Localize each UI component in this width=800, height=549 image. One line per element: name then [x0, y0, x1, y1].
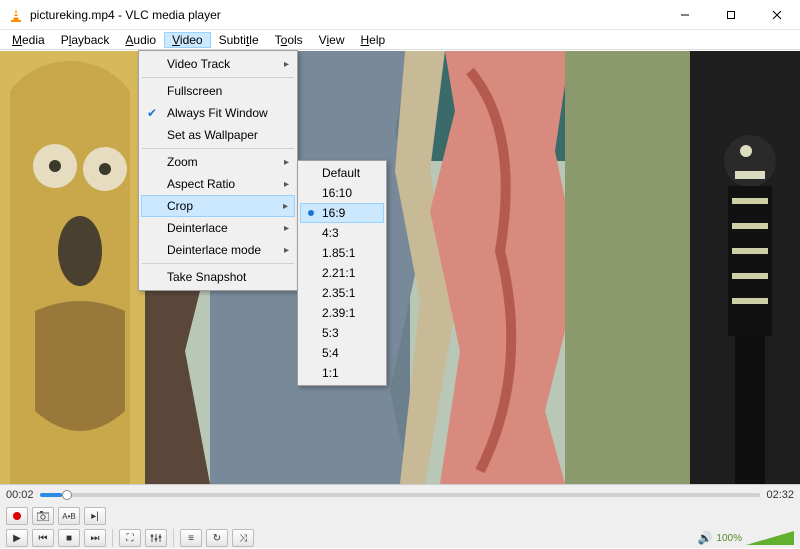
camera-icon — [37, 511, 49, 521]
play-icon: ▶ — [13, 533, 21, 544]
menubar: Media Playback Audio Video Subtitle Tool… — [0, 30, 800, 50]
crop-option-16-9[interactable]: 16:9 — [300, 203, 384, 223]
next-button[interactable]: ⏭ — [84, 529, 106, 547]
frame-step-icon: ▸| — [91, 511, 99, 522]
frame-step-button[interactable]: ▸| — [84, 507, 106, 525]
divider — [173, 529, 174, 547]
snapshot-button[interactable] — [32, 507, 54, 525]
menu-separator — [142, 148, 294, 149]
window-title: pictureking.mp4 - VLC media player — [30, 8, 662, 22]
record-icon — [13, 512, 21, 520]
title-filename: pictureking.mp4 — [30, 8, 115, 22]
volume-percent: 100% — [716, 533, 742, 544]
seek-progress — [40, 493, 62, 497]
menu-view[interactable]: View — [311, 32, 353, 48]
vlc-cone-icon — [8, 7, 24, 23]
stop-button[interactable]: ■ — [58, 529, 80, 547]
fullscreen-button[interactable]: ⛶ — [119, 529, 141, 547]
crop-option-default[interactable]: Default — [300, 163, 384, 183]
minimize-button[interactable] — [662, 0, 708, 30]
next-icon: ⏭ — [91, 533, 100, 544]
time-total: 02:32 — [766, 489, 794, 501]
time-current: 00:02 — [6, 489, 34, 501]
menu-always-fit-window[interactable]: ✔Always Fit Window — [141, 102, 295, 124]
crop-option-5-4[interactable]: 5:4 — [300, 343, 384, 363]
crop-option-221-1[interactable]: 2.21:1 — [300, 263, 384, 283]
chevron-right-icon: ▸ — [284, 59, 289, 70]
maximize-button[interactable] — [708, 0, 754, 30]
speaker-icon: 🔊 — [697, 531, 712, 545]
timeline: 00:02 02:32 — [0, 485, 800, 505]
check-icon: ✔ — [147, 106, 157, 120]
menu-deinterlace-mode[interactable]: Deinterlace mode▸ — [141, 239, 295, 261]
divider — [112, 529, 113, 547]
crop-option-185-1[interactable]: 1.85:1 — [300, 243, 384, 263]
atob-loop-button[interactable]: A•B — [58, 507, 80, 525]
volume-slider[interactable] — [746, 531, 794, 545]
menu-playback[interactable]: Playback — [53, 32, 118, 48]
video-frame — [0, 51, 800, 484]
menu-subtitle[interactable]: Subtitle — [211, 32, 267, 48]
loop-icon: ↻ — [213, 533, 221, 544]
playlist-icon: ≡ — [188, 533, 194, 544]
crop-option-1-1[interactable]: 1:1 — [300, 363, 384, 383]
chevron-right-icon: ▸ — [284, 157, 289, 168]
extended-settings-button[interactable] — [145, 529, 167, 547]
crop-option-4-3[interactable]: 4:3 — [300, 223, 384, 243]
video-dropdown: Video Track▸ Fullscreen ✔Always Fit Wind… — [138, 50, 298, 291]
menu-tools[interactable]: Tools — [267, 32, 311, 48]
menu-zoom[interactable]: Zoom▸ — [141, 151, 295, 173]
menu-aspect-ratio[interactable]: Aspect Ratio▸ — [141, 173, 295, 195]
equalizer-icon — [150, 533, 162, 543]
seek-bar[interactable] — [40, 493, 761, 497]
crop-option-239-1[interactable]: 2.39:1 — [300, 303, 384, 323]
volume-control[interactable]: 🔊 100% — [697, 531, 794, 545]
menu-video[interactable]: Video — [164, 32, 210, 48]
video-area[interactable] — [0, 51, 800, 484]
chevron-right-icon: ▸ — [284, 245, 289, 256]
seek-thumb[interactable] — [62, 490, 72, 500]
chevron-right-icon: ▸ — [284, 223, 289, 234]
fullscreen-icon: ⛶ — [127, 533, 134, 544]
prev-icon: ⏮ — [39, 533, 48, 544]
play-button[interactable]: ▶ — [6, 529, 28, 547]
crop-option-5-3[interactable]: 5:3 — [300, 323, 384, 343]
shuffle-icon: ⤨ — [239, 533, 247, 544]
previous-button[interactable]: ⏮ — [32, 529, 54, 547]
crop-submenu: Default 16:10 16:9 4:3 1.85:1 2.21:1 2.3… — [297, 160, 387, 386]
chevron-right-icon: ▸ — [283, 201, 288, 212]
menu-deinterlace[interactable]: Deinterlace▸ — [141, 217, 295, 239]
extra-controls-row: A•B ▸| — [0, 505, 800, 527]
menu-fullscreen[interactable]: Fullscreen — [141, 80, 295, 102]
crop-option-235-1[interactable]: 2.35:1 — [300, 283, 384, 303]
menu-media[interactable]: Media — [4, 32, 53, 48]
stop-icon: ■ — [66, 533, 72, 544]
title-appname: VLC media player — [125, 8, 220, 22]
menu-separator — [142, 77, 294, 78]
menu-crop[interactable]: Crop▸ — [141, 195, 295, 217]
atob-icon: A•B — [62, 512, 75, 521]
crop-option-16-10[interactable]: 16:10 — [300, 183, 384, 203]
record-button[interactable] — [6, 507, 28, 525]
loop-button[interactable]: ↻ — [206, 529, 228, 547]
menu-separator — [142, 263, 294, 264]
playlist-button[interactable]: ≡ — [180, 529, 202, 547]
bullet-icon — [308, 210, 314, 216]
main-controls-row: ▶ ⏮ ■ ⏭ ⛶ ≡ ↻ ⤨ 🔊 100% — [0, 527, 800, 549]
menu-help[interactable]: Help — [352, 32, 393, 48]
menu-take-snapshot[interactable]: Take Snapshot — [141, 266, 295, 288]
menu-set-as-wallpaper[interactable]: Set as Wallpaper — [141, 124, 295, 146]
menu-video-track[interactable]: Video Track▸ — [141, 53, 295, 75]
shuffle-button[interactable]: ⤨ — [232, 529, 254, 547]
titlebar: pictureking.mp4 - VLC media player — [0, 0, 800, 30]
controls-panel: 00:02 02:32 A•B ▸| ▶ ⏮ ■ ⏭ ⛶ ≡ ↻ ⤨ 🔊 100… — [0, 484, 800, 548]
chevron-right-icon: ▸ — [284, 179, 289, 190]
close-button[interactable] — [754, 0, 800, 30]
menu-audio[interactable]: Audio — [117, 32, 164, 48]
